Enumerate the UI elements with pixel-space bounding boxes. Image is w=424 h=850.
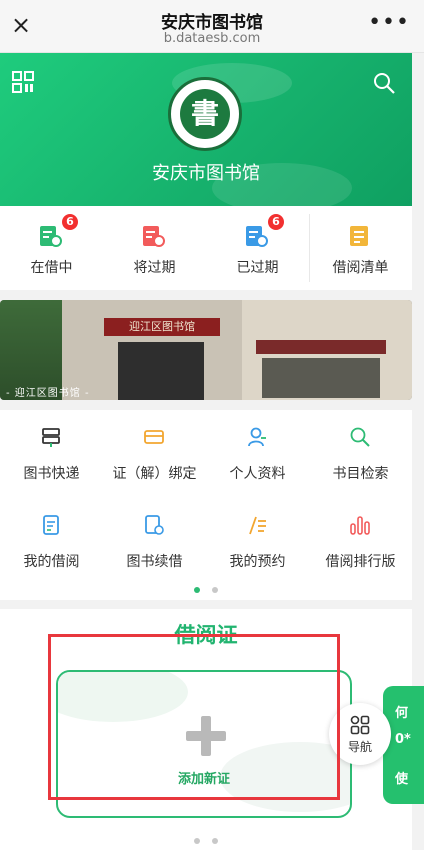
qr-icon[interactable] (12, 71, 34, 93)
grid-label: 书目检索 (332, 466, 389, 482)
tab-borrow-list[interactable]: 借阅清单 (309, 206, 412, 290)
more-menu-icon[interactable]: ••• (368, 10, 410, 35)
grid-item-reservation[interactable]: 我的预约 (206, 498, 309, 586)
count-badge: 6 (268, 214, 284, 230)
book-warn-icon (143, 226, 165, 247)
book-clock-icon (40, 226, 62, 247)
rank-icon (350, 516, 370, 535)
grid-item-my-borrow[interactable]: 我的借阅 (0, 498, 103, 586)
renew-icon (145, 515, 164, 535)
banner-door (118, 342, 204, 400)
banner-awning (256, 340, 386, 354)
grid-item-card-binding[interactable]: 证（解）绑定 (103, 410, 206, 498)
logo-character: 書 (180, 89, 230, 139)
person-icon (248, 427, 266, 447)
grid-label: 借阅排行版 (325, 554, 396, 570)
card-page-indicator (0, 829, 412, 848)
grid-page-indicator (0, 578, 412, 597)
tab-label: 借阅清单 (332, 260, 389, 276)
list-icon (350, 226, 368, 246)
library-header: 書 安庆市图书馆 (0, 53, 412, 206)
tab-label: 将过期 (133, 260, 176, 276)
grid-item-profile[interactable]: 个人资料 (206, 410, 309, 498)
grid-label: 图书快递 (23, 466, 80, 482)
grid-nav-icon (350, 715, 370, 735)
tab-label: 已过期 (236, 260, 279, 276)
page-url: b.dataesb.com (163, 31, 261, 46)
side-card-text: 何 (395, 706, 409, 721)
book-check-icon (246, 226, 268, 247)
search-icon (350, 427, 370, 447)
wechat-top-bar: × 安庆市图书馆 b.dataesb.com ••• (0, 0, 424, 53)
page-title: 安庆市图书馆 (161, 13, 263, 33)
borrow-status-bar: 6 在借中 将过期 6 已过期 借阅清单 (0, 206, 412, 290)
tab-label: 在借中 (30, 260, 73, 276)
highlight-box (48, 634, 340, 800)
grid-label: 个人资料 (229, 466, 286, 482)
banner-window (262, 358, 380, 398)
grid-item-delivery[interactable]: 图书快递 (0, 410, 103, 498)
page-dot (194, 838, 201, 844)
page-dot (211, 838, 218, 844)
delivery-icon (42, 428, 60, 447)
tab-borrowing[interactable]: 6 在借中 (0, 206, 103, 290)
function-grid: 图书快递 证（解）绑定 个人资料 书目检索 我的借阅 图书续借 我的预约 借阅排… (0, 410, 412, 600)
page-dot (211, 587, 218, 593)
grid-label: 我的预约 (229, 554, 286, 570)
library-banner[interactable]: 迎江区图书馆 - 迎江区图书馆 - (0, 300, 412, 400)
tab-overdue[interactable]: 6 已过期 (206, 206, 309, 290)
grid-label: 我的借阅 (23, 554, 80, 570)
grid-item-renew[interactable]: 图书续借 (103, 498, 206, 586)
search-icon[interactable] (372, 71, 396, 95)
grid-label: 图书续借 (126, 554, 183, 570)
grid-label: 证（解）绑定 (112, 466, 197, 482)
library-name: 安庆市图书馆 (152, 163, 260, 184)
tab-expiring[interactable]: 将过期 (103, 206, 206, 290)
grid-item-ranking[interactable]: 借阅排行版 (309, 498, 412, 586)
side-card-text: 使 (395, 772, 409, 787)
library-logo: 書 (168, 77, 242, 151)
side-card-text: 0* (395, 732, 411, 747)
banner-caption: - 迎江区图书馆 - (6, 388, 90, 399)
grid-item-catalog-search[interactable]: 书目检索 (309, 410, 412, 498)
banner-sign: 迎江区图书馆 (104, 318, 220, 336)
reserve-icon (249, 516, 266, 535)
card-icon (144, 430, 164, 444)
my-borrow-icon (43, 515, 59, 535)
page-dot-active (194, 587, 201, 593)
count-badge: 6 (62, 214, 78, 230)
